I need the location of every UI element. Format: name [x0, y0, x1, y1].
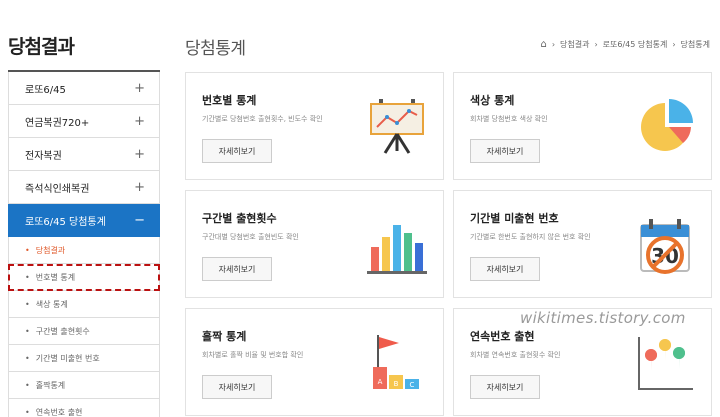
card-title: 기간별 미출현 번호 [470, 212, 559, 225]
card-title: 구간별 출현횟수 [202, 212, 277, 225]
chevron-right-icon: › [551, 40, 556, 49]
card-title: 홀짝 통계 [202, 330, 247, 343]
sub-item-odd-even[interactable]: • 홀짝통계 [8, 372, 160, 399]
sub-item-label: 번호별 통계 [35, 272, 76, 282]
breadcrumb-item[interactable]: 로또6/45 당첨통계 [603, 39, 668, 50]
minus-icon: − [134, 212, 145, 228]
stat-card-odd-even: 홀짝 통계 회차별로 홀짝 비율 및 번호합 확인 자세히보기 A B C [185, 308, 444, 416]
sidebar-item-pension720[interactable]: 연금복권720+ + [8, 105, 160, 138]
breadcrumb-item: 당첨통계 [680, 40, 710, 49]
map-pins-chart-icon [638, 337, 693, 390]
card-description: 기간별로 한번도 출현하지 않은 번호 확인 [470, 233, 591, 241]
bullet-icon: • [25, 326, 30, 336]
card-description: 회차별 연속번호 출현횟수 확인 [470, 351, 561, 359]
sidebar-item-label: 로또6/45 [25, 84, 66, 96]
plus-icon: + [134, 113, 145, 129]
sub-item-label: 기간별 미출현 번호 [35, 353, 100, 363]
sub-item-label: 연속번호 출현 [35, 407, 83, 417]
card-description: 기간별로 당첨번호 출현횟수, 빈도수 확인 [202, 115, 323, 123]
detail-button[interactable]: 자세히보기 [470, 139, 540, 163]
card-description: 구간대별 당첨번호 출현빈도 확인 [202, 233, 299, 241]
sidebar-item-lotto645[interactable]: 로또6/45 + [8, 72, 160, 105]
svg-text:A: A [378, 378, 383, 386]
sub-item-label: 색상 통계 [35, 299, 68, 309]
detail-button[interactable]: 자세히보기 [202, 375, 272, 399]
bullet-icon: • [25, 353, 30, 363]
breadcrumb: ⌂ › 당첨결과 › 로또6/45 당첨통계 › 당첨통계 [540, 39, 710, 50]
pie-chart-icon [641, 99, 693, 151]
card-description: 회차별로 홀짝 비율 및 번호합 확인 [202, 351, 304, 359]
plus-icon: + [134, 146, 145, 162]
sub-item-label: 당첨결과 [35, 245, 66, 255]
stat-card-range: 구간별 출현횟수 구간대별 당첨번호 출현빈도 확인 자세히보기 [185, 190, 444, 298]
card-title: 연속번호 출현 [470, 330, 535, 343]
card-title: 색상 통계 [470, 94, 515, 107]
sub-item-label: 구간별 출현횟수 [35, 326, 90, 336]
bar-chart-icon [367, 225, 427, 274]
detail-button[interactable]: 자세히보기 [470, 257, 540, 281]
bullet-icon: • [25, 245, 30, 255]
sub-item-results[interactable]: • 당첨결과 [8, 237, 160, 264]
detail-button[interactable]: 자세히보기 [202, 257, 272, 281]
sidebar-title: 당첨결과 [8, 36, 75, 58]
stat-card-number: 번호별 통계 기간별로 당첨번호 출현횟수, 빈도수 확인 자세히보기 [185, 72, 444, 180]
home-icon[interactable]: ⌂ [540, 39, 546, 50]
breadcrumb-item[interactable]: 당첨결과 [560, 39, 589, 50]
svg-text:B: B [394, 380, 399, 388]
bullet-icon: • [25, 380, 30, 390]
sub-item-label: 홀짝통계 [35, 380, 66, 390]
sidebar-item-instant-print[interactable]: 즉석식인쇄복권 + [8, 171, 160, 204]
sidebar-item-label: 즉석식인쇄복권 [25, 183, 90, 195]
detail-button[interactable]: 자세히보기 [202, 139, 272, 163]
sidebar-menu: 로또6/45 + 연금복권720+ + 전자복권 + 즉석식인쇄복권 + 로또6… [8, 70, 160, 417]
detail-button[interactable]: 자세히보기 [470, 375, 540, 399]
chevron-right-icon: › [594, 40, 598, 49]
bullet-icon: • [25, 272, 30, 282]
sub-item-range-frequency[interactable]: • 구간별 출현횟수 [8, 318, 160, 345]
stat-card-missing: 기간별 미출현 번호 기간별로 한번도 출현하지 않은 번호 확인 자세히보기 … [453, 190, 712, 298]
bullet-icon: • [25, 407, 30, 417]
sidebar-item-label: 로또6/45 당첨통계 [25, 216, 106, 228]
sub-item-number-stats[interactable]: • 번호별 통계 [8, 264, 160, 291]
presentation-board-icon [370, 99, 424, 154]
calendar-30-icon: 30 [640, 219, 690, 274]
chevron-right-icon: › [672, 40, 676, 49]
plus-icon: + [134, 80, 145, 96]
sub-item-consecutive[interactable]: • 연속번호 출현 [8, 399, 160, 417]
flag-abc-icon: A B C [373, 335, 419, 389]
sidebar-item-lotto-stats[interactable]: 로또6/45 당첨통계 − [8, 204, 160, 237]
plus-icon: + [134, 179, 145, 195]
page-title: 당첨통계 [185, 39, 246, 59]
sub-item-missing-numbers[interactable]: • 기간별 미출현 번호 [8, 345, 160, 372]
svg-text:C: C [410, 381, 415, 389]
sidebar-item-label: 연금복권720+ [25, 117, 90, 129]
bullet-icon: • [25, 299, 30, 309]
sub-item-color-stats[interactable]: • 색상 통계 [8, 291, 160, 318]
sidebar-item-label: 전자복권 [25, 150, 62, 162]
stat-card-color: 색상 통계 회차별 당첨번호 색상 확인 자세히보기 [453, 72, 712, 180]
sidebar-item-e-lottery[interactable]: 전자복권 + [8, 138, 160, 171]
watermark: wikitimes.tistory.com [520, 309, 686, 327]
card-title: 번호별 통계 [202, 94, 257, 107]
card-description: 회차별 당첨번호 색상 확인 [470, 115, 548, 123]
